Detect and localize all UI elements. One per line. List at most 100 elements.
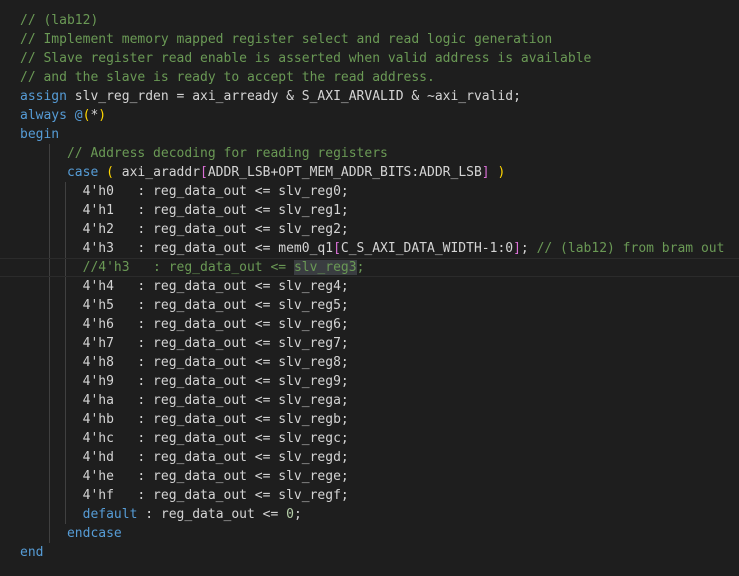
code-line[interactable]: 4'hd : reg_data_out <= slv_regd; xyxy=(0,448,739,467)
indent-guide xyxy=(49,182,50,201)
code-line[interactable]: case ( axi_araddr[ADDR_LSB+OPT_MEM_ADDR_… xyxy=(0,163,739,182)
indent-guide xyxy=(65,296,66,315)
code-line[interactable]: 4'h2 : reg_data_out <= slv_reg2; xyxy=(0,220,739,239)
code-line[interactable]: always @(*) xyxy=(0,106,739,125)
code-line[interactable]: 4'h6 : reg_data_out <= slv_reg6; xyxy=(0,315,739,334)
code-token: @ xyxy=(74,108,83,123)
indent-guide xyxy=(65,220,66,239)
indent-guide xyxy=(65,315,66,334)
indent-guide xyxy=(65,277,66,296)
code-line[interactable]: 4'h1 : reg_data_out <= slv_reg1; xyxy=(0,201,739,220)
indent-guide xyxy=(49,315,50,334)
code-line[interactable]: 4'h0 : reg_data_out <= slv_reg0; xyxy=(0,182,739,201)
code-line[interactable]: default : reg_data_out <= 0; xyxy=(0,505,739,524)
code-token: end xyxy=(20,545,44,560)
indent-guide xyxy=(49,334,50,353)
code-token: : reg_data_out <= xyxy=(137,507,287,522)
code-token: [ xyxy=(333,241,341,256)
code-token: slv_reg_rden = axi_arready & S_AXI_ARVAL… xyxy=(66,89,521,104)
code-token: C_S_AXI_DATA_WIDTH-1:0 xyxy=(340,241,514,256)
indent-guide xyxy=(65,259,66,276)
code-token: 4'hf : reg_data_out <= slv_regf; xyxy=(20,488,349,503)
code-token: ; xyxy=(520,241,537,256)
code-token: 4'h9 : reg_data_out <= slv_reg9; xyxy=(20,374,349,389)
indent-guide xyxy=(49,410,50,429)
code-line[interactable]: // Address decoding for reading register… xyxy=(0,144,739,163)
selected-text: slv_reg3 xyxy=(293,260,357,275)
code-token: axi_araddr xyxy=(113,165,201,180)
code-line-current[interactable]: //4'h3 : reg_data_out <= slv_reg3; xyxy=(0,258,739,277)
indent-guide xyxy=(49,391,50,410)
code-token: 4'h2 : reg_data_out <= slv_reg2; xyxy=(20,222,349,237)
code-token: 4'h4 : reg_data_out <= slv_reg4; xyxy=(20,279,349,294)
code-token: ; xyxy=(356,260,365,275)
code-token: ] xyxy=(481,165,490,180)
indent-guide xyxy=(65,391,66,410)
code-line[interactable]: 4'ha : reg_data_out <= slv_rega; xyxy=(0,391,739,410)
code-line[interactable]: begin xyxy=(0,125,739,144)
code-token: 4'ha : reg_data_out <= slv_rega; xyxy=(20,393,349,408)
indent-guide xyxy=(49,429,50,448)
indent-guide xyxy=(49,372,50,391)
indent-guide xyxy=(49,505,50,524)
indent-guide xyxy=(65,505,66,524)
code-line[interactable]: 4'h4 : reg_data_out <= slv_reg4; xyxy=(0,277,739,296)
indent-guide xyxy=(65,353,66,372)
code-token: begin xyxy=(20,127,60,142)
code-line[interactable]: 4'hf : reg_data_out <= slv_regf; xyxy=(0,486,739,505)
code-token: ; xyxy=(293,507,302,522)
code-line[interactable]: 4'h3 : reg_data_out <= mem0_q1[C_S_AXI_D… xyxy=(0,239,739,258)
indent-guide xyxy=(49,144,50,163)
code-token: default xyxy=(82,507,138,522)
code-token: 4'h1 : reg_data_out <= slv_reg1; xyxy=(20,203,349,218)
code-line[interactable]: 4'he : reg_data_out <= slv_rege; xyxy=(0,467,739,486)
code-line[interactable]: endcase xyxy=(0,524,739,543)
indent-guide xyxy=(49,163,50,182)
code-line[interactable]: 4'h7 : reg_data_out <= slv_reg7; xyxy=(0,334,739,353)
code-line[interactable]: // Implement memory mapped register sele… xyxy=(0,30,739,49)
indent-guide xyxy=(49,201,50,220)
code-line[interactable]: // Slave register read enable is asserte… xyxy=(0,49,739,68)
code-line[interactable]: end xyxy=(0,543,739,562)
code-line[interactable]: // and the slave is ready to accept the … xyxy=(0,68,739,87)
code-token: 4'h5 : reg_data_out <= slv_reg5; xyxy=(20,298,349,313)
code-token: ) xyxy=(497,165,506,180)
indent-guide xyxy=(49,220,50,239)
code-token: 4'h7 : reg_data_out <= slv_reg7; xyxy=(20,336,349,351)
indent-guide xyxy=(65,467,66,486)
indent-guide xyxy=(49,239,50,258)
code-line[interactable]: 4'h8 : reg_data_out <= slv_reg8; xyxy=(0,353,739,372)
indent-guide xyxy=(49,353,50,372)
code-line[interactable]: 4'hc : reg_data_out <= slv_regc; xyxy=(0,429,739,448)
code-editor[interactable]: // (lab12) // Implement memory mapped reg… xyxy=(0,0,739,576)
code-token: case xyxy=(66,165,99,180)
indent-guide xyxy=(65,410,66,429)
code-token: ( xyxy=(106,165,114,180)
code-token: 4'hd : reg_data_out <= slv_regd; xyxy=(20,450,349,465)
code-token: ] xyxy=(513,241,521,256)
code-line[interactable]: assign slv_reg_rden = axi_arready & S_AX… xyxy=(0,87,739,106)
code-token: // and the slave is ready to accept the … xyxy=(20,70,435,85)
indent-guide xyxy=(65,201,66,220)
indent-guide xyxy=(49,296,50,315)
code-token: always xyxy=(20,108,67,123)
code-line[interactable]: // (lab12) xyxy=(0,11,739,30)
indent-guide xyxy=(65,448,66,467)
code-token: 4'he : reg_data_out <= slv_rege; xyxy=(20,469,349,484)
code-line[interactable]: 4'h5 : reg_data_out <= slv_reg5; xyxy=(0,296,739,315)
code-line[interactable]: 4'hb : reg_data_out <= slv_regb; xyxy=(0,410,739,429)
indent-guide xyxy=(49,448,50,467)
code-token: // Address decoding for reading register… xyxy=(20,146,388,161)
code-token: ADDR_LSB+OPT_MEM_ADDR_BITS:ADDR_LSB xyxy=(207,165,482,180)
code-token: assign xyxy=(20,89,67,104)
indent-guide xyxy=(49,524,50,543)
code-line[interactable]: 4'h9 : reg_data_out <= slv_reg9; xyxy=(0,372,739,391)
code-token: endcase xyxy=(66,526,122,541)
code-token: 4'hc : reg_data_out <= slv_regc; xyxy=(20,431,349,446)
code-token: 0 xyxy=(286,507,294,522)
code-token: // (lab12) from bram out xyxy=(536,241,725,256)
